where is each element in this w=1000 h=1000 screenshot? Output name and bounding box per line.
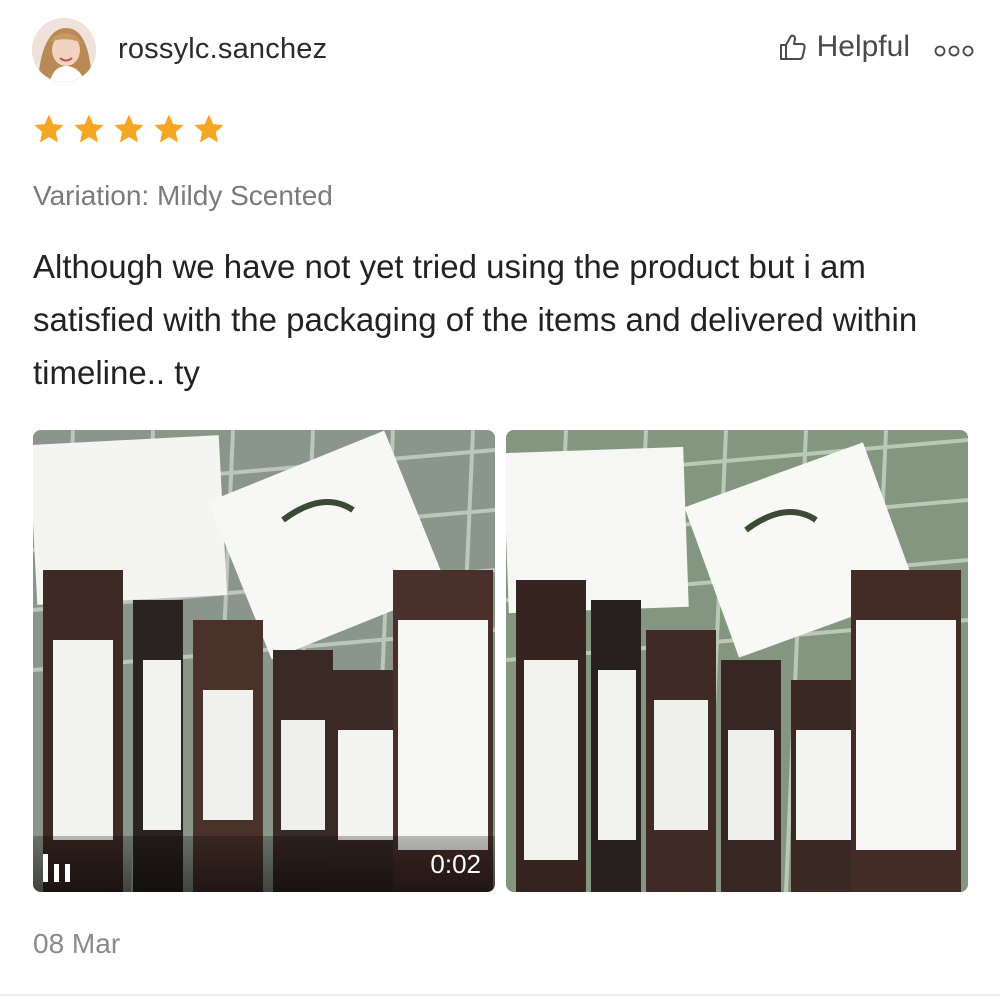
star-icon [114,114,144,143]
video-duration: 0:02 [430,849,481,879]
video-overlay: 0:02 [33,836,495,892]
review-video-thumbnail[interactable]: 0:02 [33,430,495,892]
review-header: rossylc.sanchez Helpful [32,18,974,84]
star-icon [194,114,224,143]
rating-stars [32,112,226,146]
avatar[interactable] [32,18,96,82]
product-photo [506,430,968,892]
star-icon [154,114,184,143]
video-icon [43,854,70,882]
review-text: Although we have not yet tried using the… [33,248,918,391]
variation-label: Variation: Mildy Scented [33,180,333,211]
star-icon [34,114,64,143]
review-photo-thumbnail[interactable] [506,430,968,892]
thumbs-up-icon [779,34,806,60]
more-options-icon[interactable] [934,44,974,58]
review-date: 08 Mar [33,928,121,959]
star-icon [74,114,104,143]
product-photo [33,430,495,892]
helpful-label: Helpful [816,30,910,63]
helpful-button[interactable]: Helpful [777,30,910,64]
divider [0,994,1000,996]
username[interactable]: rossylc.sanchez [118,33,327,66]
